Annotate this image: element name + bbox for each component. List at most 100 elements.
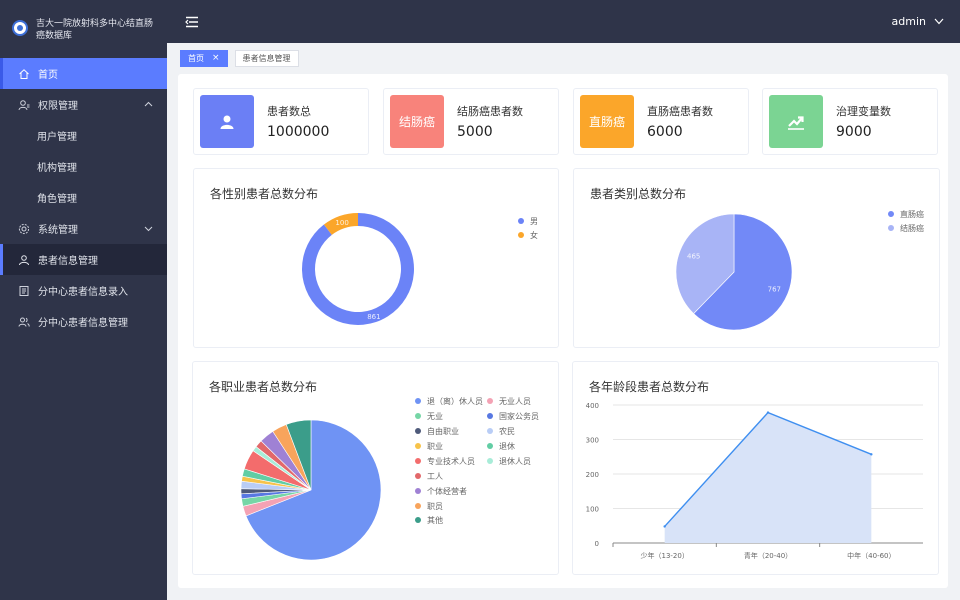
legend-label[interactable]: 其他 — [427, 515, 443, 525]
sidebar-item-label: 权限管理 — [38, 101, 78, 112]
menu-toggle-icon[interactable] — [185, 16, 199, 28]
user-menu[interactable]: admin — [892, 15, 944, 28]
data-point[interactable] — [766, 411, 770, 414]
data-point[interactable] — [663, 525, 666, 528]
legend-label[interactable]: 自由职业 — [427, 426, 459, 436]
gear-icon — [18, 223, 30, 235]
legend-label[interactable]: 工人 — [427, 472, 443, 481]
stat-badge-text: 直肠癌 — [588, 115, 625, 129]
legend-label[interactable]: 专业技术人员 — [427, 456, 475, 466]
username: admin — [891, 15, 926, 28]
stat-badge: 结肠癌 — [390, 95, 444, 148]
legend-label[interactable]: 退休人员 — [499, 456, 531, 466]
top-header: admin — [167, 0, 960, 43]
stat-card-colon-cancer: 结肠癌 结肠癌患者数 5000 — [383, 88, 559, 155]
sidebar-item-roles[interactable]: 角色管理 — [0, 182, 167, 213]
sidebar-item-label: 角色管理 — [37, 194, 77, 205]
chart-card-gender: 各性别患者总数分布 861 100 男女 — [193, 168, 559, 348]
chart-card-age: 各年龄段患者总数分布 0 100 200 300 400 少年（13-20） 青年（20-4… — [572, 361, 939, 575]
data-point[interactable] — [870, 453, 873, 456]
tab-label: 患者信息管理 — [242, 53, 291, 63]
users-icon — [18, 316, 30, 328]
hospital-logo-icon — [12, 20, 28, 36]
gender-donut-chart: 861 100 男女 — [302, 213, 538, 325]
legend-marker — [415, 413, 421, 419]
data-label: 767 — [768, 285, 781, 293]
sidebar-item-label: 系统管理 — [38, 225, 78, 236]
legend-label[interactable]: 退休 — [499, 441, 515, 451]
stat-badge — [769, 95, 823, 148]
user-icon — [220, 115, 234, 129]
stat-badge — [200, 95, 254, 148]
sidebar-item-organizations[interactable]: 机构管理 — [0, 151, 167, 182]
legend-label[interactable]: 职业 — [427, 441, 443, 451]
legend-marker — [487, 458, 493, 464]
y-tick-label: 100 — [586, 506, 599, 514]
legend-label[interactable]: 农民 — [499, 426, 515, 436]
sidebar-item-label: 首页 — [38, 70, 58, 81]
legend-label[interactable]: 无业 — [427, 411, 443, 421]
legend-label[interactable]: 退（离）休人员 — [427, 396, 483, 406]
x-tick-label: 青年（20-40） — [744, 551, 792, 560]
y-tick-label: 300 — [586, 437, 599, 445]
legend-marker — [487, 413, 493, 419]
stat-card-rectal-cancer: 直肠癌 直肠癌患者数 6000 — [573, 88, 749, 155]
legend-label[interactable]: 职员 — [427, 502, 443, 511]
legend-marker — [518, 232, 524, 238]
sidebar-item-label: 患者信息管理 — [38, 256, 98, 267]
legend-label[interactable]: 结肠癌 — [900, 223, 924, 233]
legend-label[interactable]: 女 — [530, 230, 538, 240]
stat-value: 6000 — [647, 124, 683, 140]
area-fill — [664, 412, 872, 543]
sidebar-item-permissions[interactable]: 权限管理 — [0, 89, 167, 120]
stat-value: 5000 — [457, 124, 493, 140]
legend-marker — [415, 428, 421, 434]
chevron-down-icon — [144, 226, 153, 232]
sidebar: 吉大一院放射科多中心结直肠癌数据库 首页 权限管理 用户管理 机构管理 角色管理… — [0, 0, 167, 600]
close-icon[interactable]: × — [212, 53, 220, 63]
sidebar-item-label: 分中心患者信息管理 — [38, 318, 128, 329]
stat-badge: 直肠癌 — [580, 95, 634, 148]
x-tick-label: 少年（13-20） — [640, 551, 688, 560]
stat-card-variables: 治理变量数 9000 — [762, 88, 938, 155]
document-icon — [18, 285, 30, 297]
data-label: 861 — [367, 313, 380, 321]
tab-patients[interactable]: 患者信息管理 — [234, 49, 299, 67]
legend-marker — [487, 428, 493, 434]
legend-marker — [415, 398, 421, 404]
legend-marker — [487, 443, 493, 449]
user-settings-icon — [18, 99, 30, 111]
data-label: 465 — [687, 253, 700, 261]
legend-marker — [415, 458, 421, 464]
legend-marker — [487, 398, 493, 404]
legend-marker — [415, 488, 421, 494]
chart-card-category: 患者类别总数分布 767 465 直肠癌 结肠癌 — [573, 168, 940, 348]
stat-value: 9000 — [836, 124, 872, 140]
sidebar-item-patients[interactable]: 患者信息管理 — [0, 244, 167, 275]
legend-label[interactable]: 无业人员 — [499, 396, 531, 406]
tab-home[interactable]: 首页 × — [180, 49, 228, 67]
y-tick-label: 0 — [595, 540, 599, 548]
stat-badge-text: 结肠癌 — [398, 115, 435, 129]
stat-label: 直肠癌患者数 — [647, 105, 713, 118]
legend-label[interactable]: 直肠癌 — [900, 209, 924, 219]
pie-slice[interactable] — [302, 213, 414, 325]
sidebar-item-users[interactable]: 用户管理 — [0, 120, 167, 151]
data-label: 100 — [335, 219, 348, 227]
sidebar-item-center-manage[interactable]: 分中心患者信息管理 — [0, 306, 167, 337]
app-title: 吉大一院放射科多中心结直肠癌数据库 — [36, 19, 154, 41]
legend-label[interactable]: 个体经营者 — [427, 486, 467, 496]
stat-label: 治理变量数 — [836, 105, 891, 118]
sidebar-item-label: 用户管理 — [37, 132, 77, 143]
legend-label[interactable]: 男 — [530, 217, 538, 226]
sidebar-item-system[interactable]: 系统管理 — [0, 213, 167, 244]
occupation-pie-chart: 退（离）休人员 无业人员无业 国家公务员自由职业 农民职业 退休专业技术人员 退休人员工人… — [240, 396, 539, 561]
sidebar-item-center-entry[interactable]: 分中心患者信息录入 — [0, 275, 167, 306]
sidebar-item-label: 分中心患者信息录入 — [38, 287, 128, 298]
sidebar-item-home[interactable]: 首页 — [0, 58, 167, 89]
legend-label[interactable]: 国家公务员 — [499, 411, 539, 421]
dashboard: 患者数总 1000000 结肠癌 结肠癌患者数 5000 直肠癌 直肠癌患者数 … — [178, 74, 948, 588]
home-icon — [18, 68, 30, 80]
y-tick-label: 200 — [586, 471, 599, 479]
legend-marker — [888, 211, 894, 217]
